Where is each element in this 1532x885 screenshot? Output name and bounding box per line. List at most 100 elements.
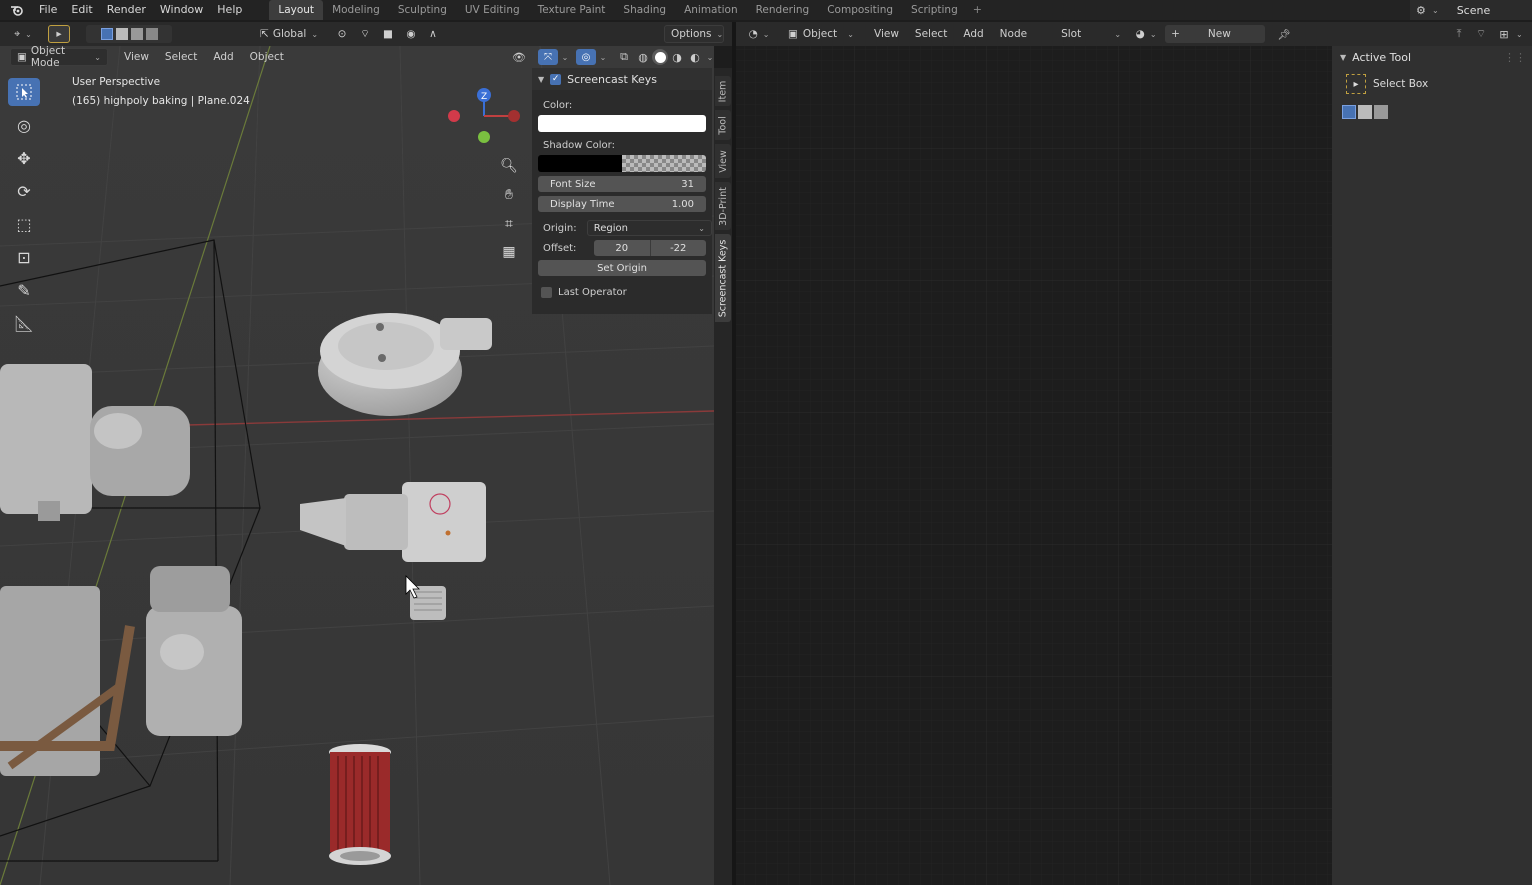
mode-dropdown[interactable]: ▣ Object Mode ⌄: [10, 45, 108, 69]
viewport-menu-add[interactable]: Add: [205, 51, 241, 63]
annotate-tool[interactable]: ✎: [8, 276, 40, 304]
pin-icon[interactable]: 📌︎: [1273, 25, 1295, 43]
collapse-triangle-icon[interactable]: ▼: [538, 75, 544, 84]
tab-shading[interactable]: Shading: [614, 0, 675, 20]
gizmo-toggle-icon[interactable]: ⤧: [538, 49, 558, 65]
transform-orientation-dropdown[interactable]: ⇱ Global ⌄: [254, 25, 324, 43]
select-subtract-icon[interactable]: [1374, 105, 1388, 119]
shadow-color-swatch[interactable]: [538, 155, 706, 172]
tab-uv-editing[interactable]: UV Editing: [456, 0, 529, 20]
tab-view[interactable]: View: [715, 144, 731, 178]
node-menu-select[interactable]: Select: [907, 28, 955, 40]
xray-icon[interactable]: ⧉: [614, 50, 634, 64]
node-menu-add[interactable]: Add: [955, 28, 991, 40]
object-spring[interactable]: [410, 586, 446, 620]
area-divider[interactable]: [732, 22, 736, 885]
select-box-icon[interactable]: ▸: [1346, 74, 1366, 94]
panel-enable-checkbox[interactable]: ✓: [550, 73, 562, 85]
select-new-icon[interactable]: [1342, 105, 1356, 119]
menu-render[interactable]: Render: [100, 0, 153, 20]
snap-icon[interactable]: ⌔: [356, 25, 374, 43]
pan-hand-icon[interactable]: ✋︎: [497, 183, 521, 207]
node-menu-view[interactable]: View: [866, 28, 907, 40]
select-mode-icon[interactable]: ▸: [48, 25, 70, 43]
chevron-down-icon[interactable]: ⌄: [596, 53, 610, 62]
tab-compositing[interactable]: Compositing: [818, 0, 902, 20]
zoom-icon[interactable]: 🔍︎: [497, 154, 521, 178]
node-editor-canvas[interactable]: [736, 46, 1332, 885]
measure-tool[interactable]: 📐︎: [8, 309, 40, 337]
tab-rendering[interactable]: Rendering: [747, 0, 819, 20]
color-swatch[interactable]: [538, 115, 706, 132]
font-size-field[interactable]: Font Size 31: [538, 176, 706, 192]
collapse-triangle-icon[interactable]: ▼: [1340, 53, 1346, 62]
menu-help[interactable]: Help: [210, 0, 249, 20]
snap-icon[interactable]: ⌔: [1470, 27, 1492, 41]
offset-y-field[interactable]: -22: [650, 240, 706, 256]
tab-3d-print[interactable]: 3D-Print: [715, 182, 731, 230]
chevron-down-icon[interactable]: ⌄: [558, 53, 572, 62]
proportional-edit-icon[interactable]: ◉: [402, 25, 420, 43]
viewport-menu-object[interactable]: Object: [242, 51, 292, 63]
tab-modeling[interactable]: Modeling: [323, 0, 389, 20]
offset-x-field[interactable]: 20: [594, 240, 651, 256]
snap-mode-icon[interactable]: ⊞: [1492, 28, 1516, 41]
grid-view-icon[interactable]: ▦: [497, 240, 521, 264]
material-icon[interactable]: ◕ ⌄: [1133, 25, 1159, 43]
chevron-down-icon[interactable]: ⌄: [704, 53, 716, 62]
select-box-tool[interactable]: [8, 78, 40, 106]
tab-item[interactable]: Item: [715, 76, 731, 106]
snap-target-icon[interactable]: ■: [376, 25, 400, 43]
tab-scripting[interactable]: Scripting: [902, 0, 967, 20]
tab-texture-paint[interactable]: Texture Paint: [529, 0, 615, 20]
slot-dropdown[interactable]: Slot ⌄: [1055, 25, 1128, 43]
options-dropdown[interactable]: Options ⌄: [664, 25, 724, 43]
object-cone-filter[interactable]: [329, 744, 391, 865]
overlay-toggle-icon[interactable]: ◎: [576, 49, 596, 65]
wireframe-shading-icon[interactable]: ◍: [634, 51, 652, 64]
navigation-gizmo[interactable]: Z: [440, 82, 530, 152]
parent-node-icon[interactable]: ⤒: [1448, 27, 1470, 41]
move-tool[interactable]: ✥: [8, 144, 40, 172]
tab-animation[interactable]: Animation: [675, 0, 747, 20]
menu-edit[interactable]: Edit: [64, 0, 99, 20]
new-material-button[interactable]: + New: [1165, 25, 1266, 43]
panel-header[interactable]: ▼ ✓ Screencast Keys: [532, 68, 712, 90]
display-time-field[interactable]: Display Time 1.00: [538, 196, 706, 212]
rendered-shading-icon[interactable]: ◐: [686, 51, 704, 64]
transform-tool[interactable]: ⊡: [8, 243, 40, 271]
editor-type-icon[interactable]: ⌖ ⌄: [6, 25, 40, 43]
last-operator-row[interactable]: Last Operator: [532, 282, 712, 302]
offset-fields[interactable]: 20 -22: [594, 240, 706, 256]
tab-layout[interactable]: Layout: [269, 0, 324, 20]
chevron-down-icon[interactable]: ⌄: [1516, 30, 1526, 39]
falloff-icon[interactable]: ∧: [422, 25, 444, 43]
node-editor-type-icon[interactable]: ◔ ⌄: [744, 25, 774, 43]
node-menu-node[interactable]: Node: [992, 28, 1035, 40]
drag-handle-icon[interactable]: ⋮⋮: [1504, 51, 1526, 64]
viewport-menu-select[interactable]: Select: [157, 51, 205, 63]
rotate-tool[interactable]: ⟳: [8, 177, 40, 205]
tab-tool[interactable]: Tool: [715, 110, 731, 140]
scale-tool[interactable]: ⬚: [8, 210, 40, 238]
tab-screencast-keys[interactable]: Screencast Keys: [715, 234, 731, 322]
camera-icon[interactable]: ⌗: [497, 212, 521, 236]
origin-dropdown[interactable]: Region ⌄: [586, 220, 712, 236]
add-workspace-icon[interactable]: +: [967, 0, 988, 20]
scene-selector[interactable]: ⚙ ⌄ Scene: [1410, 0, 1532, 20]
blender-logo-icon[interactable]: [8, 1, 26, 19]
shader-type-dropdown[interactable]: ▣ Object ⌄: [782, 25, 860, 43]
viewport-menu-view[interactable]: View: [116, 51, 157, 63]
select-extend-icon[interactable]: [1358, 105, 1372, 119]
material-shading-icon[interactable]: ◑: [668, 51, 686, 64]
visibility-icon[interactable]: 👁︎: [512, 51, 538, 64]
solid-shading-icon[interactable]: [652, 49, 668, 65]
tab-sculpting[interactable]: Sculpting: [389, 0, 456, 20]
menu-window[interactable]: Window: [153, 0, 210, 20]
set-origin-button[interactable]: Set Origin: [538, 260, 706, 276]
active-tool-header[interactable]: ▼ Active Tool ⋮⋮: [1332, 46, 1532, 68]
cursor-tool[interactable]: ◎: [8, 111, 40, 139]
menu-file[interactable]: File: [32, 0, 64, 20]
last-operator-checkbox[interactable]: [541, 286, 552, 298]
select-box-modes[interactable]: [86, 25, 172, 43]
